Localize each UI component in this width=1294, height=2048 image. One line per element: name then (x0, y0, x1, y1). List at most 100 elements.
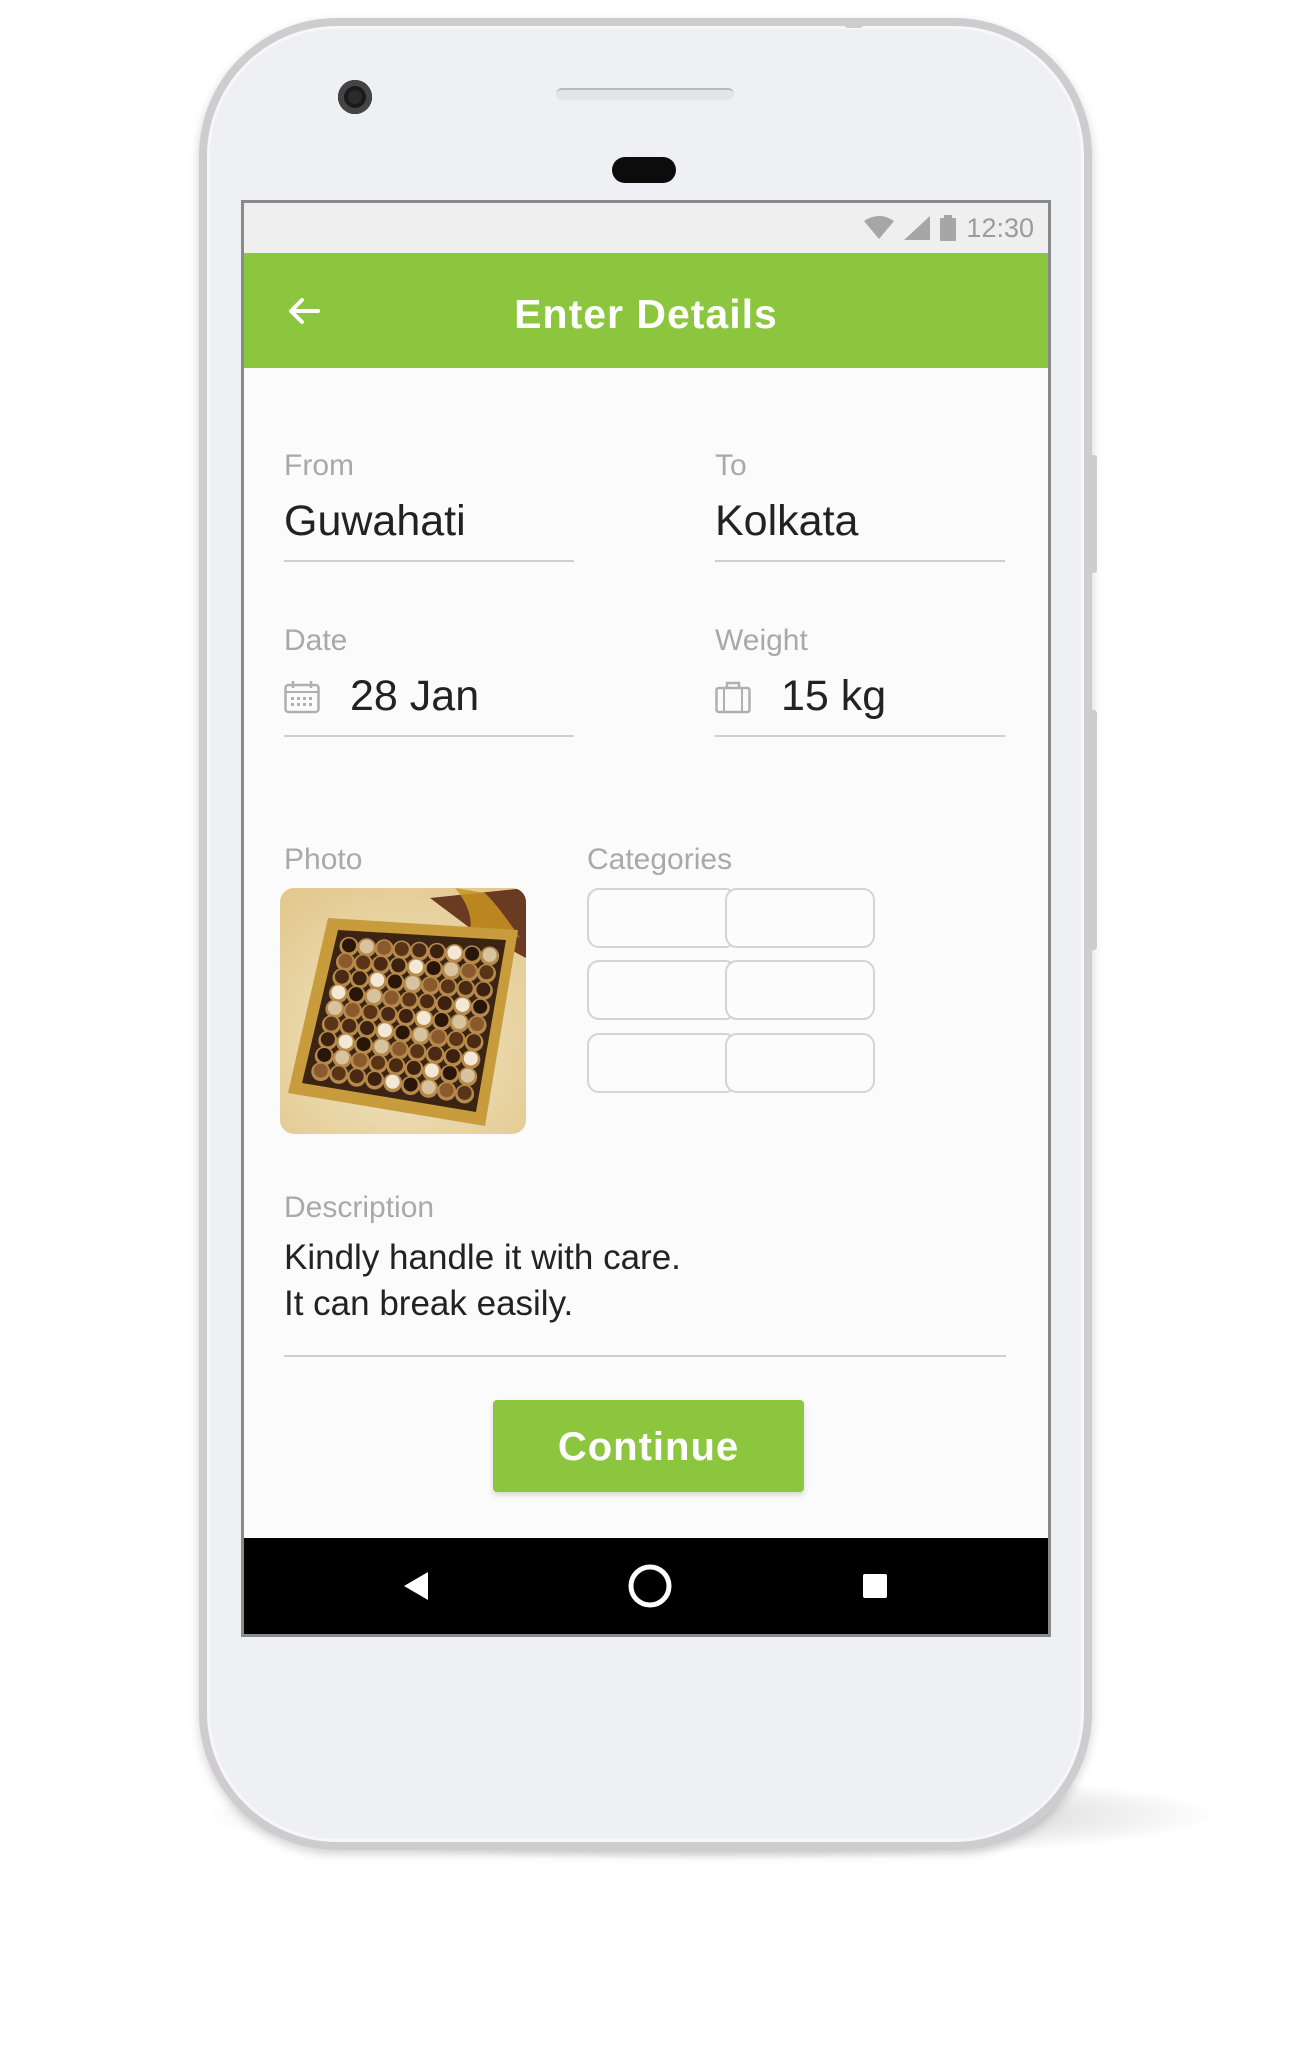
date-field[interactable]: Date 28 Jan (284, 624, 574, 737)
photo-chocolate (370, 972, 385, 987)
photo-chocolate (455, 997, 470, 1012)
photo-chocolate (366, 988, 381, 1003)
proximity-sensor (612, 157, 676, 183)
photo-chocolate (421, 1080, 436, 1095)
photo-chocolate (387, 974, 402, 989)
photo-chocolate (356, 1037, 371, 1052)
photo-chocolate (441, 979, 456, 994)
recents-square-icon[interactable] (863, 1574, 887, 1598)
power-button (1089, 455, 1097, 573)
photo-chocolate (349, 1069, 364, 1084)
category-box[interactable] (725, 888, 875, 948)
description-underline (284, 1355, 1006, 1357)
photo-chocolate (338, 1034, 353, 1049)
to-value: Kolkata (715, 497, 859, 545)
photo-chocolate (352, 971, 367, 986)
photo-chocolate (463, 1051, 478, 1066)
photo-chocolate (342, 1018, 357, 1033)
photo-chocolate (331, 1066, 346, 1081)
item-photo[interactable] (280, 888, 526, 1134)
category-box[interactable] (587, 888, 737, 948)
photo-chocolate (338, 954, 353, 969)
status-bar: 12:30 (244, 203, 1048, 253)
category-box[interactable] (725, 1033, 875, 1093)
signal-icon (904, 216, 931, 240)
photo-chocolate (461, 963, 476, 978)
photo-chocolate (460, 1068, 475, 1083)
home-circle-icon[interactable] (628, 1564, 672, 1608)
photo-chocolate (479, 965, 494, 980)
photo-chocolate (409, 959, 423, 974)
luggage-icon (715, 681, 751, 713)
description-text[interactable]: Kindly handle it with care. It can break… (284, 1235, 681, 1327)
photo-chocolate (449, 1032, 464, 1047)
photo-chocolate (428, 1046, 443, 1061)
from-field[interactable]: From Guwahati (284, 449, 574, 562)
top-notch (845, 22, 863, 28)
photo-chocolate (423, 977, 438, 992)
photo-chocolate (335, 1050, 350, 1065)
photo-chocolate (476, 982, 491, 997)
photo-chocolate (402, 992, 417, 1007)
back-triangle-icon[interactable] (400, 1570, 430, 1602)
photo-chocolate (416, 1011, 431, 1025)
app-bar: Enter Details (244, 253, 1048, 368)
photo-chocolate (391, 958, 406, 973)
weight-underline (715, 735, 1005, 737)
photo-chocolate (345, 1003, 360, 1017)
weight-label: Weight (715, 624, 808, 657)
date-value: 28 Jan (350, 672, 480, 720)
date-underline (284, 735, 574, 737)
photo-chocolate (431, 1029, 446, 1044)
photo-chocolate (465, 946, 480, 961)
photo-chocolate (442, 1066, 457, 1081)
photo-chocolate (452, 1015, 467, 1029)
photo-chocolate (331, 985, 346, 1000)
front-camera (338, 80, 372, 114)
photo-chocolate (444, 962, 459, 977)
continue-button[interactable]: Continue (493, 1400, 804, 1492)
category-box[interactable] (725, 960, 875, 1020)
navigation-bar (244, 1538, 1048, 1634)
photo-chocolate (473, 999, 488, 1014)
photo-chocolate (342, 938, 357, 953)
photo-chocolate (377, 940, 392, 955)
photo-chocolate (447, 945, 462, 960)
photo-chocolate (395, 1025, 410, 1040)
phone-screen: 12:30 Enter Details From Guwahati To Kol… (241, 200, 1051, 1637)
earpiece-speaker (556, 88, 734, 100)
photo-chocolate (424, 1063, 439, 1078)
photo-chocolate (349, 987, 364, 1002)
to-field[interactable]: To Kolkata (715, 449, 1005, 562)
photo-chocolate (356, 955, 371, 970)
photo-chocolate (353, 1053, 368, 1068)
from-value: Guwahati (284, 497, 466, 545)
description-label: Description (284, 1191, 435, 1224)
status-time: 12:30 (966, 212, 1034, 243)
photo-chocolate (371, 1055, 386, 1070)
from-label: From (284, 449, 354, 482)
weight-field[interactable]: Weight 15 kg (715, 624, 1005, 737)
to-underline (715, 560, 1005, 562)
photo-chocolate (394, 942, 409, 957)
photo-chocolate (359, 939, 374, 954)
photo-chocolate (457, 1085, 472, 1100)
photo-chocolate (384, 990, 399, 1005)
to-label: To (715, 449, 747, 482)
photo-chocolate (458, 980, 473, 995)
photo-chocolate (392, 1041, 407, 1056)
photo-chocolate (327, 1001, 342, 1015)
photo-chocolate (399, 1009, 413, 1023)
photo-chocolate (403, 1077, 418, 1092)
battery-icon (940, 215, 957, 241)
photo-chocolate (413, 1027, 428, 1042)
category-box[interactable] (587, 960, 737, 1020)
photo-chocolate (373, 956, 388, 971)
photo-chocolate (445, 1049, 460, 1064)
photo-chocolate (439, 1083, 454, 1098)
photo-label: Photo (284, 843, 363, 876)
photo-chocolate (367, 1071, 382, 1086)
weight-value: 15 kg (781, 672, 887, 720)
category-box[interactable] (587, 1033, 737, 1093)
photo-chocolate (412, 943, 427, 958)
